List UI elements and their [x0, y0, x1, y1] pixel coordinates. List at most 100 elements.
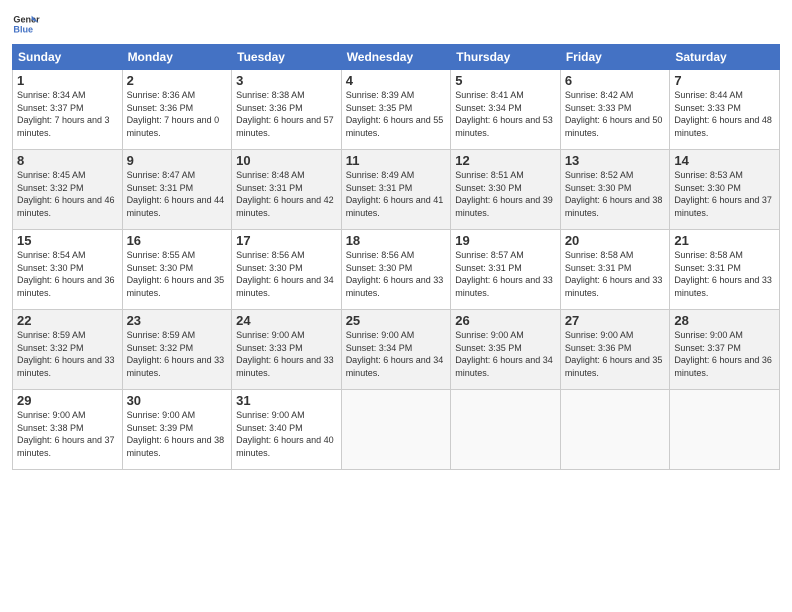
day-number: 1: [17, 73, 118, 88]
calendar-container: General Blue SundayMondayTuesdayWednesda…: [0, 0, 792, 480]
calendar-cell: 22 Sunrise: 8:59 AM Sunset: 3:32 PM Dayl…: [13, 310, 123, 390]
day-info: Sunrise: 8:51 AM Sunset: 3:30 PM Dayligh…: [455, 169, 556, 219]
day-info: Sunrise: 8:56 AM Sunset: 3:30 PM Dayligh…: [346, 249, 447, 299]
calendar-cell: 17 Sunrise: 8:56 AM Sunset: 3:30 PM Dayl…: [232, 230, 342, 310]
day-info: Sunrise: 9:00 AM Sunset: 3:33 PM Dayligh…: [236, 329, 337, 379]
calendar-cell: 3 Sunrise: 8:38 AM Sunset: 3:36 PM Dayli…: [232, 70, 342, 150]
day-info: Sunrise: 8:56 AM Sunset: 3:30 PM Dayligh…: [236, 249, 337, 299]
day-number: 16: [127, 233, 228, 248]
day-info: Sunrise: 8:38 AM Sunset: 3:36 PM Dayligh…: [236, 89, 337, 139]
day-number: 7: [674, 73, 775, 88]
day-info: Sunrise: 8:36 AM Sunset: 3:36 PM Dayligh…: [127, 89, 228, 139]
day-number: 15: [17, 233, 118, 248]
calendar-cell: 7 Sunrise: 8:44 AM Sunset: 3:33 PM Dayli…: [670, 70, 780, 150]
calendar-cell: 26 Sunrise: 9:00 AM Sunset: 3:35 PM Dayl…: [451, 310, 561, 390]
day-number: 26: [455, 313, 556, 328]
day-number: 14: [674, 153, 775, 168]
calendar-week-5: 29 Sunrise: 9:00 AM Sunset: 3:38 PM Dayl…: [13, 390, 780, 470]
calendar-cell: 25 Sunrise: 9:00 AM Sunset: 3:34 PM Dayl…: [341, 310, 451, 390]
day-number: 5: [455, 73, 556, 88]
day-number: 30: [127, 393, 228, 408]
day-info: Sunrise: 9:00 AM Sunset: 3:36 PM Dayligh…: [565, 329, 666, 379]
day-info: Sunrise: 8:34 AM Sunset: 3:37 PM Dayligh…: [17, 89, 118, 139]
day-header-saturday: Saturday: [670, 45, 780, 70]
calendar-cell: 31 Sunrise: 9:00 AM Sunset: 3:40 PM Dayl…: [232, 390, 342, 470]
day-number: 3: [236, 73, 337, 88]
calendar-cell: 24 Sunrise: 9:00 AM Sunset: 3:33 PM Dayl…: [232, 310, 342, 390]
day-header-thursday: Thursday: [451, 45, 561, 70]
day-info: Sunrise: 8:42 AM Sunset: 3:33 PM Dayligh…: [565, 89, 666, 139]
day-info: Sunrise: 9:00 AM Sunset: 3:37 PM Dayligh…: [674, 329, 775, 379]
day-number: 18: [346, 233, 447, 248]
calendar-cell: 9 Sunrise: 8:47 AM Sunset: 3:31 PM Dayli…: [122, 150, 232, 230]
logo-icon: General Blue: [12, 10, 40, 38]
day-number: 23: [127, 313, 228, 328]
day-number: 13: [565, 153, 666, 168]
svg-text:Blue: Blue: [13, 24, 33, 34]
day-info: Sunrise: 8:39 AM Sunset: 3:35 PM Dayligh…: [346, 89, 447, 139]
day-number: 31: [236, 393, 337, 408]
calendar-cell: 14 Sunrise: 8:53 AM Sunset: 3:30 PM Dayl…: [670, 150, 780, 230]
day-number: 9: [127, 153, 228, 168]
calendar-cell: 12 Sunrise: 8:51 AM Sunset: 3:30 PM Dayl…: [451, 150, 561, 230]
calendar-cell: 27 Sunrise: 9:00 AM Sunset: 3:36 PM Dayl…: [560, 310, 670, 390]
day-number: 8: [17, 153, 118, 168]
calendar-cell: 19 Sunrise: 8:57 AM Sunset: 3:31 PM Dayl…: [451, 230, 561, 310]
day-info: Sunrise: 9:00 AM Sunset: 3:34 PM Dayligh…: [346, 329, 447, 379]
calendar-cell: 6 Sunrise: 8:42 AM Sunset: 3:33 PM Dayli…: [560, 70, 670, 150]
day-header-friday: Friday: [560, 45, 670, 70]
day-number: 4: [346, 73, 447, 88]
calendar-cell: [560, 390, 670, 470]
day-number: 25: [346, 313, 447, 328]
day-info: Sunrise: 9:00 AM Sunset: 3:40 PM Dayligh…: [236, 409, 337, 459]
day-info: Sunrise: 9:00 AM Sunset: 3:35 PM Dayligh…: [455, 329, 556, 379]
calendar-cell: 29 Sunrise: 9:00 AM Sunset: 3:38 PM Dayl…: [13, 390, 123, 470]
calendar-cell: 13 Sunrise: 8:52 AM Sunset: 3:30 PM Dayl…: [560, 150, 670, 230]
day-header-tuesday: Tuesday: [232, 45, 342, 70]
day-number: 6: [565, 73, 666, 88]
calendar-cell: 11 Sunrise: 8:49 AM Sunset: 3:31 PM Dayl…: [341, 150, 451, 230]
day-info: Sunrise: 8:59 AM Sunset: 3:32 PM Dayligh…: [127, 329, 228, 379]
header: General Blue: [12, 10, 780, 38]
calendar-cell: 21 Sunrise: 8:58 AM Sunset: 3:31 PM Dayl…: [670, 230, 780, 310]
calendar-cell: 20 Sunrise: 8:58 AM Sunset: 3:31 PM Dayl…: [560, 230, 670, 310]
day-number: 11: [346, 153, 447, 168]
calendar-cell: 2 Sunrise: 8:36 AM Sunset: 3:36 PM Dayli…: [122, 70, 232, 150]
svg-text:General: General: [13, 15, 40, 25]
calendar-cell: 28 Sunrise: 9:00 AM Sunset: 3:37 PM Dayl…: [670, 310, 780, 390]
calendar-table: SundayMondayTuesdayWednesdayThursdayFrid…: [12, 44, 780, 470]
calendar-cell: 5 Sunrise: 8:41 AM Sunset: 3:34 PM Dayli…: [451, 70, 561, 150]
day-info: Sunrise: 8:52 AM Sunset: 3:30 PM Dayligh…: [565, 169, 666, 219]
day-info: Sunrise: 8:48 AM Sunset: 3:31 PM Dayligh…: [236, 169, 337, 219]
day-info: Sunrise: 8:47 AM Sunset: 3:31 PM Dayligh…: [127, 169, 228, 219]
day-info: Sunrise: 8:55 AM Sunset: 3:30 PM Dayligh…: [127, 249, 228, 299]
calendar-cell: 15 Sunrise: 8:54 AM Sunset: 3:30 PM Dayl…: [13, 230, 123, 310]
calendar-body: 1 Sunrise: 8:34 AM Sunset: 3:37 PM Dayli…: [13, 70, 780, 470]
calendar-week-3: 15 Sunrise: 8:54 AM Sunset: 3:30 PM Dayl…: [13, 230, 780, 310]
day-number: 21: [674, 233, 775, 248]
calendar-header-row: SundayMondayTuesdayWednesdayThursdayFrid…: [13, 45, 780, 70]
day-info: Sunrise: 8:58 AM Sunset: 3:31 PM Dayligh…: [674, 249, 775, 299]
day-info: Sunrise: 8:54 AM Sunset: 3:30 PM Dayligh…: [17, 249, 118, 299]
day-info: Sunrise: 8:49 AM Sunset: 3:31 PM Dayligh…: [346, 169, 447, 219]
day-info: Sunrise: 8:44 AM Sunset: 3:33 PM Dayligh…: [674, 89, 775, 139]
day-info: Sunrise: 8:41 AM Sunset: 3:34 PM Dayligh…: [455, 89, 556, 139]
calendar-cell: 1 Sunrise: 8:34 AM Sunset: 3:37 PM Dayli…: [13, 70, 123, 150]
day-number: 22: [17, 313, 118, 328]
calendar-cell: [341, 390, 451, 470]
day-number: 17: [236, 233, 337, 248]
calendar-cell: 30 Sunrise: 9:00 AM Sunset: 3:39 PM Dayl…: [122, 390, 232, 470]
calendar-cell: 18 Sunrise: 8:56 AM Sunset: 3:30 PM Dayl…: [341, 230, 451, 310]
logo: General Blue: [12, 10, 44, 38]
day-info: Sunrise: 9:00 AM Sunset: 3:39 PM Dayligh…: [127, 409, 228, 459]
calendar-cell: 8 Sunrise: 8:45 AM Sunset: 3:32 PM Dayli…: [13, 150, 123, 230]
day-number: 20: [565, 233, 666, 248]
calendar-cell: 16 Sunrise: 8:55 AM Sunset: 3:30 PM Dayl…: [122, 230, 232, 310]
calendar-cell: 10 Sunrise: 8:48 AM Sunset: 3:31 PM Dayl…: [232, 150, 342, 230]
day-info: Sunrise: 8:45 AM Sunset: 3:32 PM Dayligh…: [17, 169, 118, 219]
day-number: 10: [236, 153, 337, 168]
day-number: 2: [127, 73, 228, 88]
calendar-cell: [451, 390, 561, 470]
day-number: 19: [455, 233, 556, 248]
day-number: 29: [17, 393, 118, 408]
